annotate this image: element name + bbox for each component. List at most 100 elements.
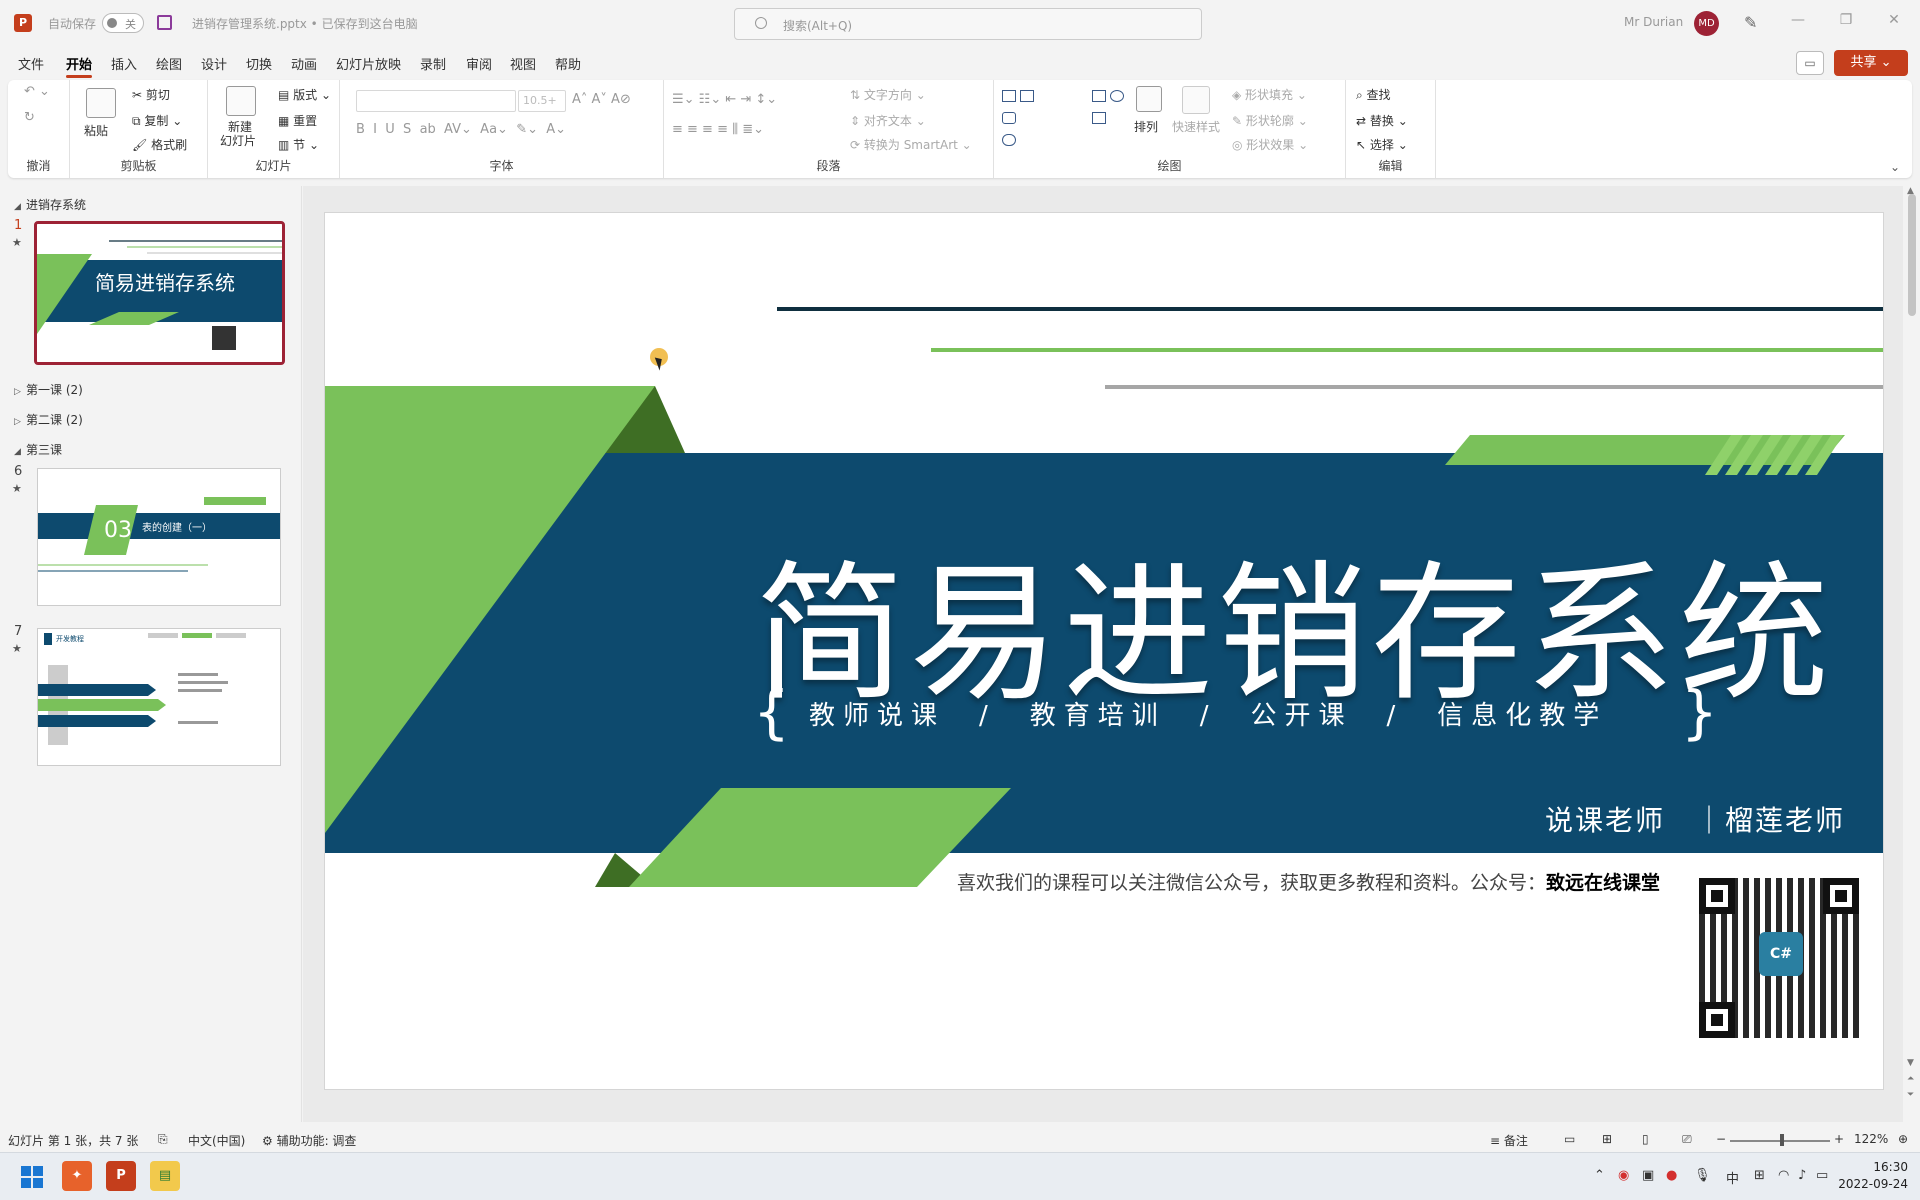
new-slide-label[interactable]: 幻灯片 — [220, 132, 256, 149]
paste-icon[interactable] — [86, 88, 116, 118]
volume-icon[interactable]: ♪ — [1798, 1168, 1806, 1183]
microphone-icon[interactable]: 🎙 — [1694, 1168, 1711, 1183]
menu-draw[interactable]: 绘图 — [156, 54, 182, 73]
menu-help[interactable]: 帮助 — [555, 54, 581, 73]
ribbon-collapse-icon[interactable]: ⌄ — [1890, 160, 1900, 174]
share-button[interactable]: 共享 ⌄ — [1834, 50, 1908, 76]
copy-button[interactable]: ⧉ 复制 ⌄ — [132, 112, 182, 129]
format-painter-button[interactable]: 🖌 格式刷 — [132, 136, 187, 153]
section-header[interactable]: ◢ 第三课 — [14, 441, 62, 458]
text-format-icons[interactable]: B I U S ab AV⌄ Aa⌄ ✎⌄ A⌄ — [356, 122, 566, 137]
zoom-slider-handle[interactable] — [1780, 1134, 1784, 1146]
zoom-out-icon[interactable]: − — [1716, 1132, 1726, 1146]
select-button[interactable]: ↖ 选择 ⌄ — [1356, 136, 1408, 153]
wifi-icon[interactable]: ◠ — [1778, 1168, 1789, 1183]
teacher-line[interactable]: 说课老师 ｜榴莲老师 — [1545, 799, 1845, 839]
paste-button[interactable]: 粘贴 — [84, 122, 108, 139]
ime-indicator[interactable]: 中 — [1726, 1168, 1739, 1187]
minimize-button[interactable]: — — [1788, 12, 1808, 32]
battery-icon[interactable]: ▭ — [1816, 1168, 1828, 1183]
fit-to-window-icon[interactable]: ⊕ — [1898, 1132, 1908, 1146]
spellcheck-icon[interactable]: ⎘ — [158, 1132, 168, 1147]
scrollbar-thumb[interactable] — [1908, 194, 1916, 316]
rounded-rect-shape-icon[interactable] — [1002, 112, 1016, 124]
slide-thumbnail-1[interactable]: 简易进销存系统 — [34, 221, 285, 365]
font-size-combo[interactable]: 10.5+ — [518, 90, 566, 112]
vertical-textbox-shape-icon[interactable] — [1020, 90, 1034, 102]
menu-file[interactable]: 文件 — [18, 54, 44, 73]
new-slide-icon[interactable] — [226, 86, 256, 116]
zoom-level[interactable]: 122% — [1854, 1132, 1888, 1146]
file-manager-taskbar-icon[interactable]: ▤ — [150, 1161, 180, 1191]
reset-button[interactable]: ▦ 重置 — [278, 112, 317, 129]
user-name[interactable]: Mr Durian — [1624, 15, 1683, 29]
close-button[interactable]: ✕ — [1884, 12, 1904, 32]
taskbar-app-icon[interactable]: ✦ — [62, 1161, 92, 1191]
tray-app-icon[interactable]: ▣ — [1642, 1168, 1654, 1183]
oval-shape-icon[interactable] — [1110, 90, 1124, 102]
quick-styles-button[interactable]: 快速样式 — [1172, 118, 1220, 135]
shape-outline-button[interactable]: ✎ 形状轮廓 ⌄ — [1232, 112, 1308, 129]
accessibility-status[interactable]: ⚙ 辅助功能: 调查 — [262, 1132, 356, 1149]
tray-app-icon[interactable]: ◉ — [1618, 1168, 1629, 1183]
menu-record[interactable]: 录制 — [420, 54, 446, 73]
search-box[interactable]: 搜索(Alt+Q) — [734, 8, 1202, 40]
textbox-shape-icon[interactable] — [1002, 90, 1016, 102]
vertical-scrollbar[interactable]: ▲ ▼ ⏶ ⏷ — [1904, 186, 1920, 1122]
language-bar-icon[interactable]: ⊞ — [1754, 1168, 1765, 1183]
menu-slideshow[interactable]: 幻灯片放映 — [336, 54, 401, 73]
align-text-button[interactable]: ⇕ 对齐文本 ⌄ — [850, 112, 926, 129]
layout-button[interactable]: ▤ 版式 ⌄ — [278, 86, 331, 103]
list-indent-icons[interactable]: ☰⌄ ☷⌄ ⇤ ⇥ ↕⌄ — [672, 92, 777, 107]
powerpoint-taskbar-icon[interactable]: P — [106, 1161, 136, 1191]
slide-editor[interactable]: 简易进销存系统 { 教师说课 / 教育培训 / 公开课 / 信息化教学 } 说课… — [324, 212, 1884, 1090]
reading-view-icon[interactable]: ▯ — [1642, 1132, 1649, 1146]
arrow-shape-icon[interactable] — [1092, 112, 1106, 124]
pen-icon[interactable]: ✎ — [1744, 13, 1762, 32]
notes-button[interactable]: ≡ 备注 — [1490, 1132, 1528, 1149]
section-header[interactable]: ◢ 进销存系统 — [14, 196, 86, 213]
align-icons[interactable]: ≡ ≡ ≡ ≡ ⫼ ≣⌄ — [672, 122, 764, 137]
section-header[interactable]: ▷ 第一课 (2) — [14, 381, 83, 398]
slide-subtitle[interactable]: { 教师说课 / 教育培训 / 公开课 / 信息化教学 } — [753, 683, 1718, 743]
next-slide-icon[interactable]: ⏷ — [1907, 1090, 1914, 1100]
section-header[interactable]: ▷ 第二课 (2) — [14, 411, 83, 428]
system-clock[interactable]: 16:30 2022-09-24 — [1838, 1159, 1908, 1193]
zoom-in-icon[interactable]: + — [1834, 1132, 1844, 1146]
slide-sorter-icon[interactable]: ⊞ — [1602, 1132, 1612, 1146]
redo-icon[interactable]: ↻ — [24, 110, 35, 125]
font-size-adjust-icons[interactable]: A˄ A˅ A⊘ — [572, 92, 631, 107]
autosave-toggle[interactable]: 关 — [102, 13, 144, 33]
qr-code[interactable]: C# — [1689, 868, 1869, 1046]
shape-effects-button[interactable]: ◎ 形状效果 ⌄ — [1232, 136, 1308, 153]
cut-button[interactable]: ✂ 剪切 — [132, 86, 170, 103]
windows-start-icon[interactable] — [21, 1166, 43, 1188]
menu-home[interactable]: 开始 — [66, 54, 92, 73]
section-button[interactable]: ▥ 节 ⌄ — [278, 136, 319, 153]
comments-button[interactable]: ▭ — [1796, 51, 1824, 75]
text-direction-button[interactable]: ⇅ 文字方向 ⌄ — [850, 86, 926, 103]
record-icon[interactable]: ● — [1666, 1168, 1677, 1183]
freeform-shape-icon[interactable] — [1002, 134, 1016, 146]
menu-transitions[interactable]: 切换 — [246, 54, 272, 73]
find-button[interactable]: ⌕ 查找 — [1356, 86, 1391, 103]
menu-insert[interactable]: 插入 — [111, 54, 137, 73]
scroll-down-icon[interactable]: ▼ — [1907, 1058, 1914, 1068]
smartart-button[interactable]: ⟳ 转换为 SmartArt ⌄ — [850, 136, 972, 153]
replace-button[interactable]: ⇄ 替换 ⌄ — [1356, 112, 1408, 129]
document-filename[interactable]: 进销存管理系统.pptx • 已保存到这台电脑 — [192, 15, 418, 32]
rectangle-shape-icon[interactable] — [1092, 90, 1106, 102]
shape-fill-button[interactable]: ◈ 形状填充 ⌄ — [1232, 86, 1307, 103]
font-name-combo[interactable] — [356, 90, 516, 112]
normal-view-icon[interactable]: ▭ — [1564, 1132, 1575, 1146]
slide-thumbnail-6[interactable]: 03 表的创建（一） — [37, 468, 281, 606]
quick-styles-icon[interactable] — [1182, 86, 1210, 114]
avatar[interactable]: MD — [1694, 11, 1719, 36]
footer-note[interactable]: 喜欢我们的课程可以关注微信公众号，获取更多教程和资料。公众号：致远在线课堂 — [957, 868, 1660, 895]
arrange-button[interactable]: 排列 — [1134, 118, 1158, 135]
language-indicator[interactable]: 中文(中国) — [188, 1132, 245, 1149]
shapes-gallery[interactable] — [1002, 90, 1132, 150]
menu-view[interactable]: 视图 — [510, 54, 536, 73]
menu-animations[interactable]: 动画 — [291, 54, 317, 73]
slideshow-view-icon[interactable]: ⎚ — [1682, 1132, 1692, 1147]
